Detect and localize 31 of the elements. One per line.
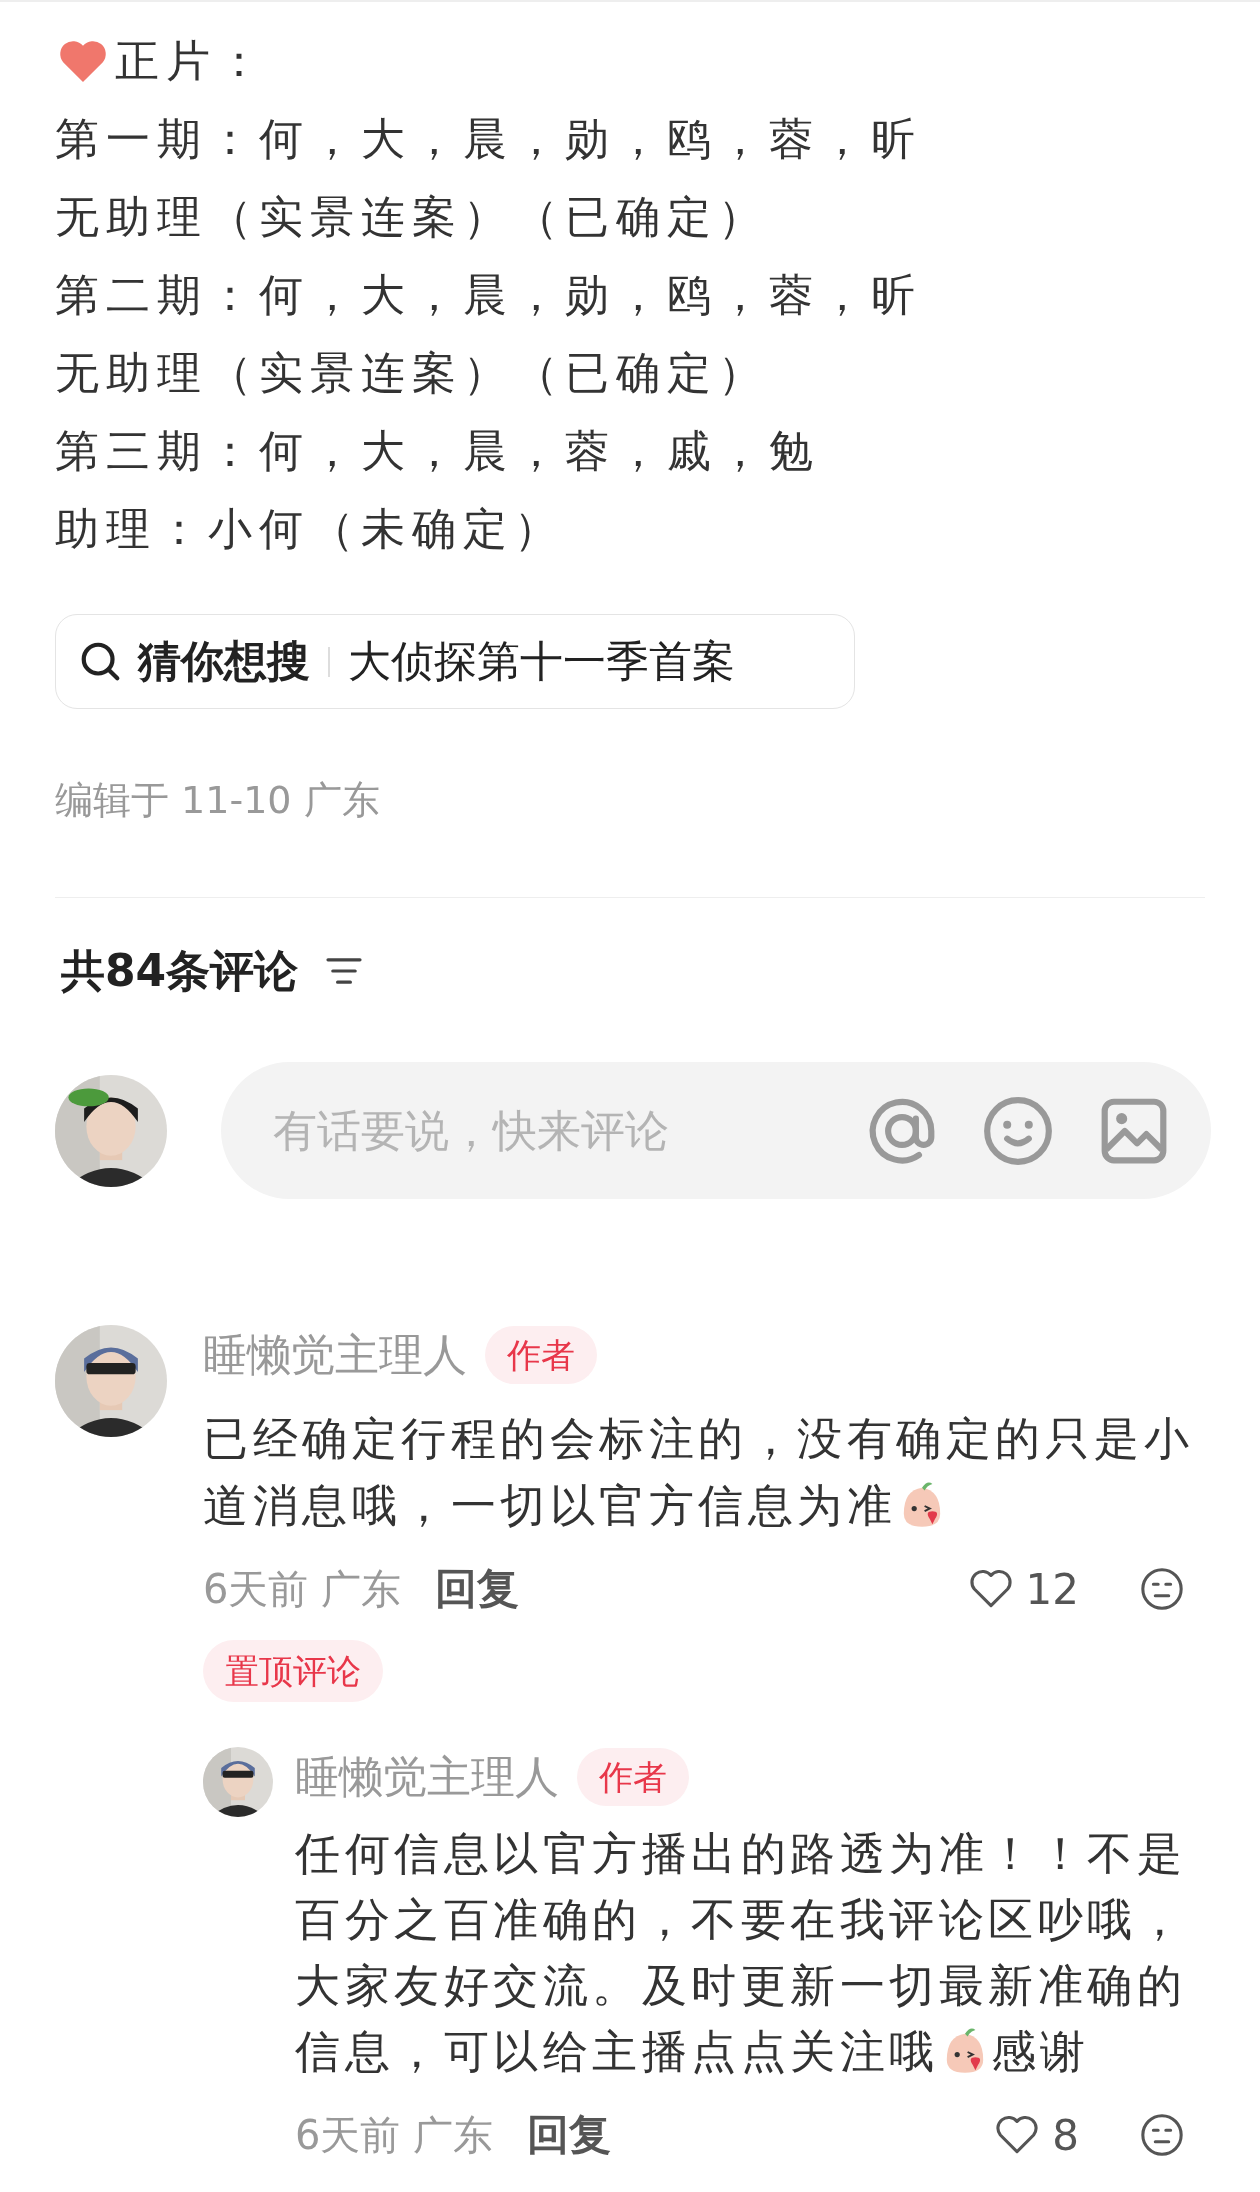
post-text: 第一期：何，大，晨，勋，鸥，蓉，昕 [55, 111, 922, 166]
comment-text: 大家友好交流。及时更新一切最新准确的 [295, 1958, 1186, 2014]
post-text: 正片： [115, 33, 268, 88]
comments-count: 共84条评论 [61, 943, 299, 998]
like-count: 8 [1052, 2110, 1079, 2160]
author-badge: 作者 [577, 1748, 689, 1806]
suggestion-query: 大侦探第十一季首案 [348, 634, 735, 688]
post-text: 第三期：何，大，晨，蓉，戚，勉 [55, 423, 820, 478]
comment-text: 百分之百准确的，不要在我评论区吵哦， [295, 1892, 1186, 1948]
search-suggestion[interactable]: 猜你想搜 大侦探第十一季首案 [55, 614, 855, 709]
comment-time-location: 6天前 广东 [295, 2110, 494, 2160]
reply-link[interactable]: 回复 [527, 2107, 612, 2163]
author-badge: 作者 [485, 1326, 597, 1384]
post-text: 第二期：何，大，晨，勋，鸥，蓉，昕 [55, 267, 922, 322]
post-text: 助理：小何（未确定） [55, 501, 565, 556]
like-count: 12 [1025, 1564, 1079, 1614]
comment-input[interactable]: 有话要说，快来评论 [271, 1104, 823, 1157]
face-icon[interactable] [1139, 1566, 1185, 1612]
edit-info: 编辑于 11-10 广东 [55, 777, 381, 824]
suggestion-label: 猜你想搜 [138, 634, 310, 688]
comment-text: 任何信息以官方播出的路透为准！！不是 [295, 1826, 1186, 1882]
comment-text: 道消息哦，一切以官方信息为准 [203, 1478, 896, 1534]
comment-time-location: 6天前 广东 [203, 1564, 402, 1614]
face-icon[interactable] [1139, 2112, 1185, 2158]
pinned-tag: 置顶评论 [203, 1640, 383, 1702]
post-text: 无助理（实景连案）（已确定） [55, 189, 769, 244]
comment-text: 信息，可以给主播点点关注哦 [295, 2024, 939, 2080]
comment-text: 感谢 [990, 2024, 1090, 2080]
post-text: 无助理（实景连案）（已确定） [55, 345, 769, 400]
comment-text: 已经确定行程的会标注的，没有确定的只是小 [203, 1411, 1193, 1467]
reply-link[interactable]: 回复 [435, 1561, 520, 1617]
